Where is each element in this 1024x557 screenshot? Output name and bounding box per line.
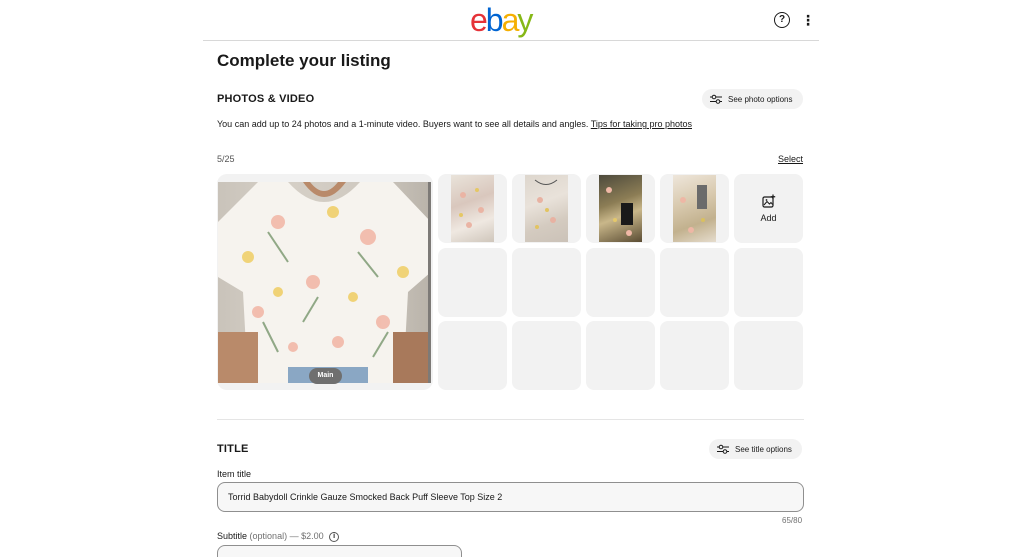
empty-photo-slot[interactable] xyxy=(586,321,655,390)
photo-tile[interactable] xyxy=(586,174,655,243)
page-title: Complete your listing xyxy=(217,51,391,70)
header-divider xyxy=(203,40,819,41)
see-title-options-button[interactable]: See title options xyxy=(709,439,802,459)
photo-tile[interactable] xyxy=(438,174,507,243)
ebay-logo[interactable]: ebay xyxy=(470,4,533,36)
empty-photo-slot[interactable] xyxy=(586,248,655,317)
add-photo-button[interactable]: Add xyxy=(734,174,803,243)
photos-heading: PHOTOS & VIDEO xyxy=(217,93,315,105)
empty-photo-slot[interactable] xyxy=(438,321,507,390)
photo-thumbnail xyxy=(525,175,568,242)
item-title-input[interactable]: Torrid Babydoll Crinkle Gauze Smocked Ba… xyxy=(217,482,804,512)
empty-photo-slot[interactable] xyxy=(660,248,729,317)
empty-photo-slot[interactable] xyxy=(660,321,729,390)
photo-thumbnail xyxy=(451,175,494,242)
empty-photo-slot[interactable] xyxy=(512,248,581,317)
section-divider xyxy=(217,419,804,420)
empty-photo-slot[interactable] xyxy=(734,248,803,317)
photos-info-text: You can add up to 24 photos and a 1-minu… xyxy=(217,119,692,129)
photo-count: 5/25 xyxy=(217,154,235,164)
add-photo-icon xyxy=(762,194,776,208)
add-label: Add xyxy=(760,213,777,223)
empty-photo-slot[interactable] xyxy=(512,321,581,390)
subtitle-label: Subtitle (optional) — $2.00 i xyxy=(217,531,340,542)
see-photo-options-label: See photo options xyxy=(728,94,793,104)
see-title-options-label: See title options xyxy=(735,444,792,454)
tips-link[interactable]: Tips for taking pro photos xyxy=(591,119,692,129)
main-photo-image xyxy=(218,182,431,383)
item-title-value: Torrid Babydoll Crinkle Gauze Smocked Ba… xyxy=(228,492,503,502)
title-char-count: 65/80 xyxy=(782,516,803,525)
help-icon[interactable]: ? xyxy=(774,12,790,28)
info-icon[interactable]: i xyxy=(329,531,340,542)
empty-photo-slot[interactable] xyxy=(734,321,803,390)
sliders-icon xyxy=(710,94,722,104)
photo-tile[interactable] xyxy=(660,174,729,243)
item-title-label: Item title xyxy=(217,469,252,479)
title-heading: TITLE xyxy=(217,443,249,455)
empty-photo-slot[interactable] xyxy=(438,248,507,317)
photo-thumbnail xyxy=(599,175,642,242)
select-link[interactable]: Select xyxy=(778,154,803,164)
photo-thumbnail xyxy=(673,175,716,242)
header: ebay ? ⋮ xyxy=(0,0,1024,40)
more-options-icon[interactable]: ⋮ xyxy=(801,12,815,28)
main-badge: Main xyxy=(309,368,342,384)
sliders-icon xyxy=(717,444,729,454)
photo-tile[interactable] xyxy=(512,174,581,243)
see-photo-options-button[interactable]: See photo options xyxy=(702,89,803,109)
main-photo[interactable] xyxy=(217,174,433,390)
subtitle-input[interactable] xyxy=(217,545,462,557)
